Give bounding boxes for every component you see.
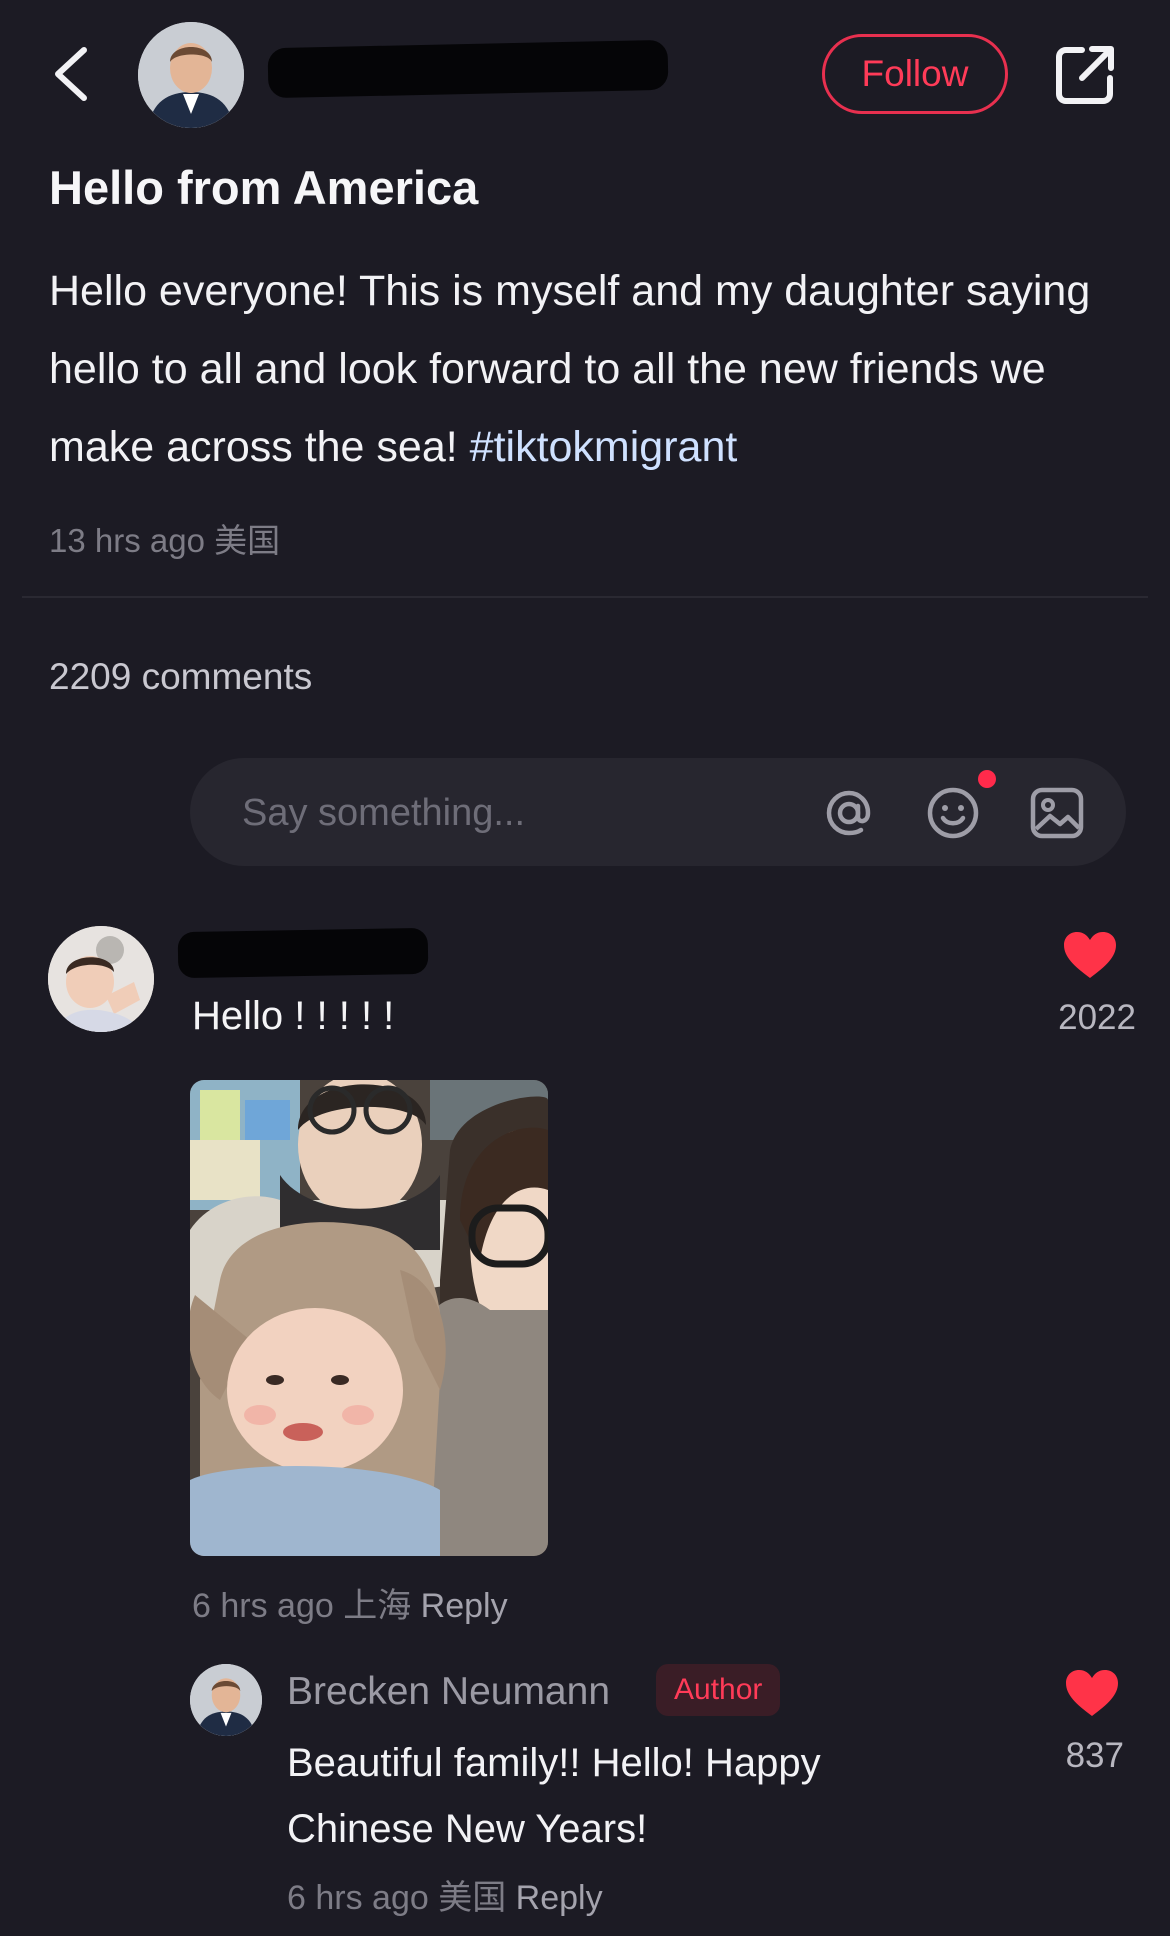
hashtag-link[interactable]: #tiktokmigrant [470,423,738,471]
comment-meta: 6 hrs ago 上海 Reply [192,1578,508,1627]
family-photo [190,1080,548,1556]
at-icon [826,790,871,836]
redacted-commenter-name [177,927,429,979]
comment-input[interactable] [240,780,724,846]
reply-time: 6 hrs ago [287,1879,429,1917]
back-button[interactable] [44,38,104,110]
reply-like-count: 837 [1065,1736,1124,1775]
emoji-icon [927,787,979,839]
divider [22,596,1148,598]
heart-icon [1064,932,1116,978]
post-time: 13 hrs ago [49,522,205,559]
reply-text: Beautiful family!! Hello! Happy Chinese … [287,1741,821,1851]
like-button[interactable] [1062,930,1118,980]
emoji-button[interactable] [924,784,982,842]
share-button[interactable] [1050,40,1120,110]
heart-icon [1066,1670,1118,1716]
post-location: 美国 [214,522,281,559]
author-avatar[interactable] [138,22,244,128]
author-badge: Author [656,1664,781,1716]
reply-like-button[interactable] [1064,1668,1120,1718]
reply-author-avatar-photo [190,1664,262,1736]
mention-button[interactable] [820,784,878,842]
reply-meta: 6 hrs ago 美国 Reply [287,1870,603,1919]
image-button[interactable] [1028,784,1086,842]
comment-photo[interactable] [190,1080,548,1556]
reply-location: 美国 [438,1879,507,1917]
reply-button[interactable]: Reply [421,1587,508,1625]
external-share-icon [1056,46,1114,104]
redacted-username [267,39,669,99]
comment-text: Hello ! ! ! ! ! [192,994,395,1038]
follow-button[interactable]: Follow [822,34,1008,114]
author-avatar-photo [138,22,244,128]
post-body: Hello everyone! This is myself and my da… [49,252,1129,486]
image-icon [1030,787,1084,839]
comments-count: 2209 comments [49,656,313,697]
reply-to-reply-button[interactable]: Reply [516,1879,603,1917]
post-title: Hello from America [49,161,479,214]
notification-dot [978,770,996,788]
comment-time: 6 hrs ago [192,1587,334,1625]
reply-author-avatar[interactable] [190,1664,262,1736]
post-meta: 13 hrs ago 美国 [49,514,280,562]
comment-location: 上海 [343,1587,412,1625]
chevron-left-icon [55,47,87,101]
reply-author-name[interactable]: Brecken Neumann [287,1670,610,1714]
like-count: 2022 [1058,998,1136,1037]
commenter-avatar[interactable] [48,926,154,1032]
commenter-avatar-photo [48,926,154,1032]
